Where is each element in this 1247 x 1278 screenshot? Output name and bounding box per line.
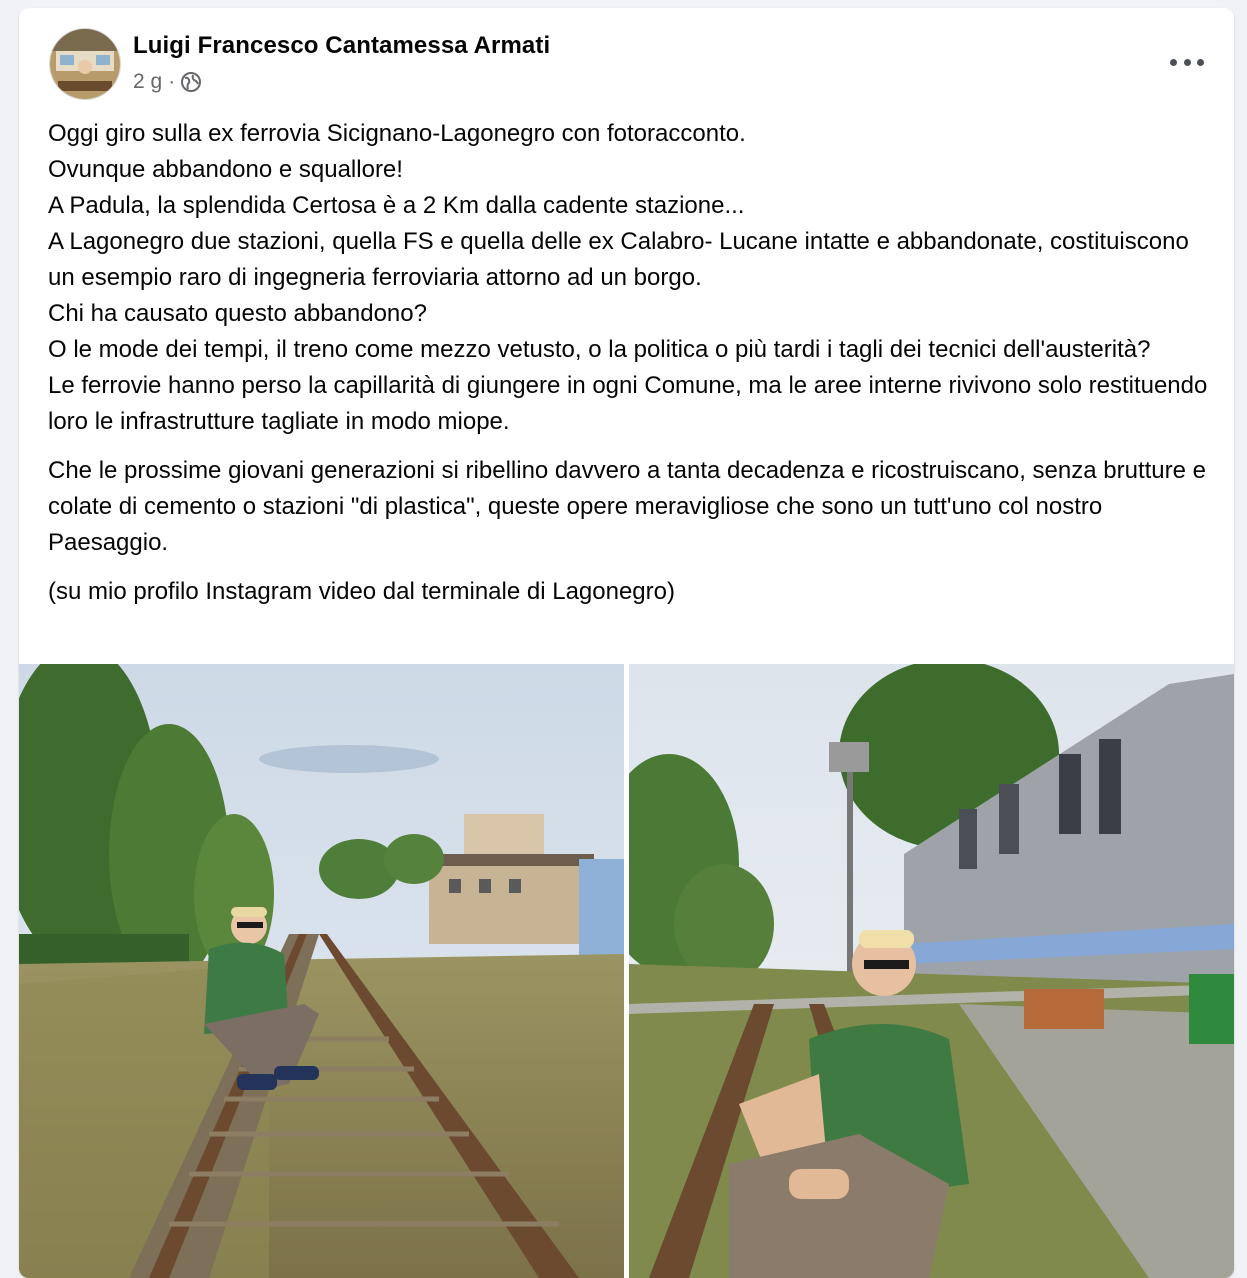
avatar[interactable] <box>49 28 121 100</box>
author-name[interactable]: Luigi Francesco Cantamessa Armati <box>133 32 550 60</box>
more-options-icon[interactable] <box>1170 52 1204 72</box>
post-header: Luigi Francesco Cantamessa Armati 2 g · <box>19 8 1234 108</box>
post-paragraph: O le mode dei tempi, il treno come mezzo… <box>48 336 1151 363</box>
photo-left[interactable] <box>19 664 624 1278</box>
post-paragraph: Le ferrovie hanno perso la capillarità d… <box>48 372 1208 435</box>
post-paragraph: Ovunque abbandono e squallore! <box>48 156 403 183</box>
photo-left-image <box>19 664 624 1278</box>
post-text: Oggi giro sulla ex ferrovia Sicignano-La… <box>48 116 1218 610</box>
photo-grid <box>19 664 1234 1278</box>
post-card: Luigi Francesco Cantamessa Armati 2 g · … <box>19 8 1234 1278</box>
post-paragraph: (su mio profilo Instagram video dal term… <box>48 578 675 605</box>
post-paragraph: Che le prossime giovani generazioni si r… <box>48 457 1206 556</box>
post-time[interactable]: 2 g <box>133 70 162 94</box>
post-paragraph: A Lagonegro due stazioni, quella FS e qu… <box>48 228 1189 291</box>
globe-icon <box>181 72 202 92</box>
post-paragraph: Oggi giro sulla ex ferrovia Sicignano-La… <box>48 120 746 147</box>
post-paragraph: A Padula, la splendida Certosa è a 2 Km … <box>48 192 745 219</box>
meta-separator: · <box>168 70 176 93</box>
photo-right[interactable] <box>629 664 1234 1278</box>
post-meta: 2 g · <box>133 70 202 94</box>
photo-right-image <box>629 664 1234 1278</box>
post-paragraph: Chi ha causato questo abbandono? <box>48 300 427 327</box>
